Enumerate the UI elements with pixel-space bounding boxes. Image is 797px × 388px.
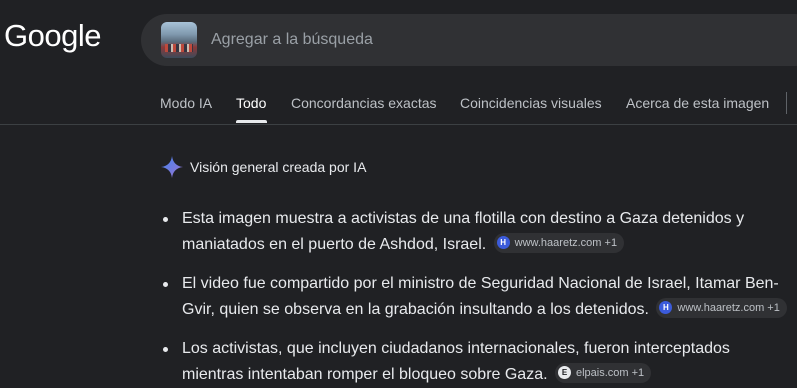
bullet-icon bbox=[163, 347, 168, 352]
list-item-text: Esta imagen muestra a activistas de una … bbox=[182, 210, 745, 253]
source-chip[interactable]: H www.haaretz.com +1 bbox=[493, 232, 625, 253]
ai-overview-title: Visión general creada por IA bbox=[190, 159, 367, 175]
search-bar[interactable]: Agregar a la búsqueda bbox=[141, 14, 797, 66]
haaretz-icon: H bbox=[659, 301, 673, 315]
sparkle-icon bbox=[161, 156, 183, 178]
bullet-icon bbox=[163, 282, 168, 287]
search-image-thumbnail[interactable] bbox=[161, 22, 197, 58]
google-logo[interactable]: Google bbox=[4, 18, 101, 54]
list-item: El video fue compartido por el ministro … bbox=[160, 271, 790, 323]
source-chip[interactable]: E elpais.com +1 bbox=[555, 362, 652, 383]
tab-acerca-de-esta-imagen[interactable]: Acerca de esta imagen bbox=[626, 95, 769, 111]
list-item: Esta imagen muestra a activistas de una … bbox=[160, 206, 790, 258]
google-lens-results-page: Google Agregar a la búsqueda Modo IA Tod… bbox=[0, 0, 797, 388]
source-chip-label: www.haaretz.com +1 bbox=[514, 236, 618, 249]
search-input[interactable]: Agregar a la búsqueda bbox=[211, 31, 373, 49]
source-chip-label: elpais.com +1 bbox=[576, 366, 645, 379]
tab-modo-ia[interactable]: Modo IA bbox=[160, 95, 212, 111]
tab-concordancias-exactas[interactable]: Concordancias exactas bbox=[291, 95, 437, 111]
active-tab-indicator bbox=[236, 120, 267, 123]
results-tabs: Modo IA Todo Concordancias exactas Coinc… bbox=[0, 82, 797, 125]
tab-coincidencias-visuales[interactable]: Coincidencias visuales bbox=[460, 95, 602, 111]
source-chip[interactable]: H www.haaretz.com +1 bbox=[656, 297, 787, 318]
bullet-icon bbox=[163, 217, 168, 222]
ai-overview-header: Visión general creada por IA bbox=[160, 155, 366, 179]
haaretz-icon: H bbox=[496, 236, 510, 250]
elpais-icon: E bbox=[558, 366, 571, 380]
list-item: Los activistas, que incluyen ciudadanos … bbox=[160, 336, 790, 388]
ai-overview-list: Esta imagen muestra a activistas de una … bbox=[160, 206, 790, 388]
tab-divider bbox=[786, 92, 787, 114]
tab-todo[interactable]: Todo bbox=[236, 95, 266, 111]
source-chip-label: www.haaretz.com +1 bbox=[677, 301, 780, 314]
